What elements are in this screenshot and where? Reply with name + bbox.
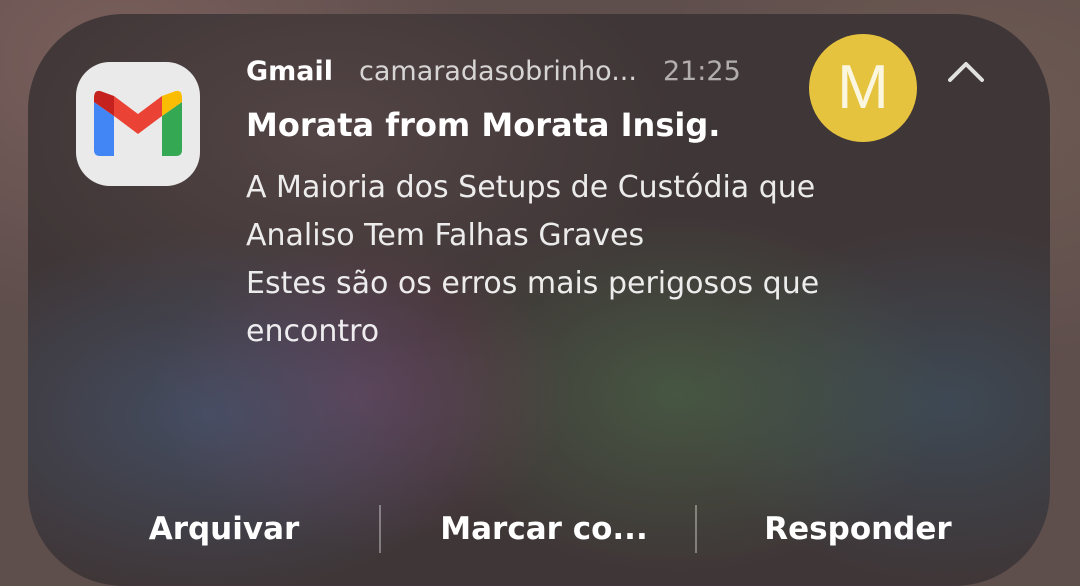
avatar-letter: M (837, 53, 889, 122)
gmail-icon (76, 62, 200, 186)
preview-line: encontro (246, 314, 380, 349)
reply-button[interactable]: Responder (740, 499, 976, 559)
action-divider (695, 505, 697, 553)
archive-button[interactable]: Arquivar (108, 499, 340, 559)
notification-actions: Arquivar Marcar co... Responder (28, 499, 1050, 559)
notification-header: Gmail camaradasobrinho... 21:25 (246, 52, 741, 90)
notification-card[interactable]: Gmail camaradasobrinho... 21:25 M Morata… (28, 14, 1050, 586)
email-content: A Maioria dos Setups de Custódia que Ana… (246, 164, 966, 356)
action-divider (379, 505, 381, 553)
sender-name: Morata from Morata Insig. (246, 106, 721, 144)
account-name: camaradasobrinho... (359, 55, 637, 87)
notification-time: 21:25 (662, 55, 741, 87)
app-name: Gmail (246, 55, 334, 87)
preview-line: Estes são os erros mais perigosos que (246, 266, 820, 301)
subject-line: A Maioria dos Setups de Custódia que (246, 170, 816, 205)
chevron-up-icon[interactable] (944, 56, 988, 86)
sender-avatar: M (809, 34, 917, 142)
subject-line: Analiso Tem Falhas Graves (246, 218, 645, 253)
mark-as-button[interactable]: Marcar co... (420, 499, 668, 559)
